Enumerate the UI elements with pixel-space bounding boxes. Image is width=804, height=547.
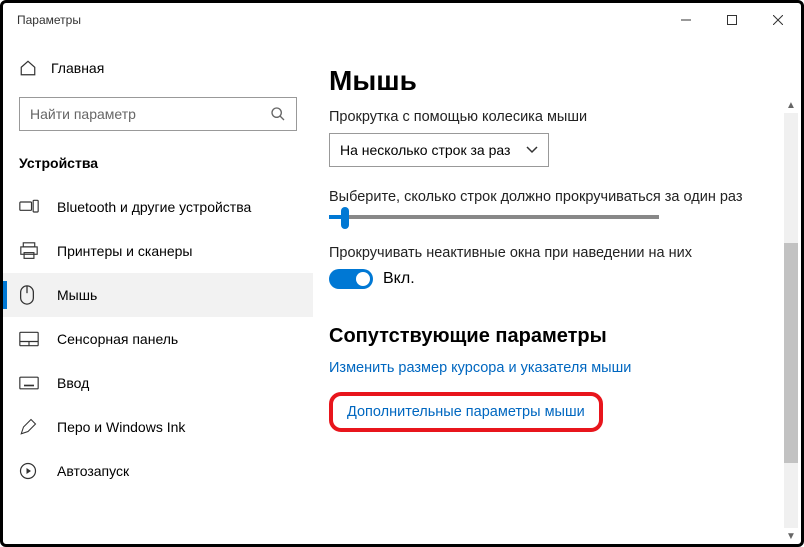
related-settings: Сопутствующие параметры Изменить размер … — [329, 325, 771, 432]
maximize-button[interactable] — [709, 3, 755, 37]
scroll-track[interactable] — [784, 113, 798, 528]
sidebar-item-typing[interactable]: Ввод — [3, 361, 313, 405]
home-icon — [19, 59, 37, 77]
sidebar-item-label: Мышь — [57, 287, 97, 303]
sidebar-item-mouse[interactable]: Мышь — [3, 273, 313, 317]
lines-slider-label: Выберите, сколько строк должно прокручив… — [329, 189, 771, 205]
inactive-windows-toggle[interactable] — [329, 269, 373, 289]
slider-thumb[interactable] — [341, 207, 349, 229]
link-cursor-size[interactable]: Изменить размер курсора и указателя мыши — [329, 360, 771, 376]
window-controls — [663, 3, 801, 37]
settings-window: Параметры Главная Найти параметр — [0, 0, 804, 547]
vertical-scrollbar[interactable]: ▲ ▼ — [784, 97, 798, 544]
lines-slider[interactable] — [329, 215, 659, 219]
select-value: На несколько строк за раз — [340, 142, 510, 158]
inactive-toggle-row: Вкл. — [329, 269, 771, 289]
related-title: Сопутствующие параметры — [329, 325, 771, 348]
autoplay-icon — [19, 462, 39, 480]
scroll-up-arrow[interactable]: ▲ — [784, 97, 798, 113]
sidebar-item-label: Автозапуск — [57, 463, 129, 479]
sidebar-item-label: Сенсорная панель — [57, 331, 178, 347]
touchpad-icon — [19, 331, 39, 347]
sidebar-item-label: Перо и Windows Ink — [57, 419, 185, 435]
sidebar-item-touchpad[interactable]: Сенсорная панель — [3, 317, 313, 361]
body: Главная Найти параметр Устройства Blueto… — [3, 37, 801, 544]
mouse-icon — [19, 285, 39, 305]
printer-icon — [19, 242, 39, 260]
link-additional-mouse[interactable]: Дополнительные параметры мыши — [347, 404, 585, 420]
search-placeholder: Найти параметр — [30, 106, 136, 122]
section-title: Устройства — [3, 145, 313, 185]
sidebar-item-label: Ввод — [57, 375, 89, 391]
sidebar-item-label: Принтеры и сканеры — [57, 243, 192, 259]
titlebar: Параметры — [3, 3, 801, 37]
home-label: Главная — [51, 60, 104, 76]
sidebar: Главная Найти параметр Устройства Blueto… — [3, 37, 313, 544]
scroll-thumb[interactable] — [784, 243, 798, 463]
chevron-down-icon — [526, 146, 538, 154]
lines-slider-group: Выберите, сколько строк должно прокручив… — [329, 189, 771, 219]
minimize-button[interactable] — [663, 3, 709, 37]
toggle-state-label: Вкл. — [383, 270, 415, 288]
pen-icon — [19, 418, 39, 436]
sidebar-item-pen[interactable]: Перо и Windows Ink — [3, 405, 313, 449]
main-content: Мышь Прокрутка с помощью колесика мыши Н… — [313, 37, 801, 544]
page-title: Мышь — [329, 65, 771, 97]
search-input[interactable]: Найти параметр — [19, 97, 297, 131]
scroll-mode-select[interactable]: На несколько строк за раз — [329, 133, 549, 167]
sidebar-item-printers[interactable]: Принтеры и сканеры — [3, 229, 313, 273]
sidebar-item-autoplay[interactable]: Автозапуск — [3, 449, 313, 493]
search-icon — [270, 106, 286, 122]
sidebar-item-label: Bluetooth и другие устройства — [57, 199, 251, 215]
close-button[interactable] — [755, 3, 801, 37]
scroll-down-arrow[interactable]: ▼ — [784, 528, 798, 544]
sidebar-item-bluetooth[interactable]: Bluetooth и другие устройства — [3, 185, 313, 229]
home-button[interactable]: Главная — [3, 51, 313, 85]
keyboard-icon — [19, 376, 39, 390]
window-title: Параметры — [17, 13, 81, 27]
devices-icon — [19, 199, 39, 215]
scroll-wheel-label: Прокрутка с помощью колесика мыши — [329, 109, 771, 125]
highlight-annotation: Дополнительные параметры мыши — [329, 392, 603, 432]
inactive-windows-label: Прокручивать неактивные окна при наведен… — [329, 245, 771, 261]
